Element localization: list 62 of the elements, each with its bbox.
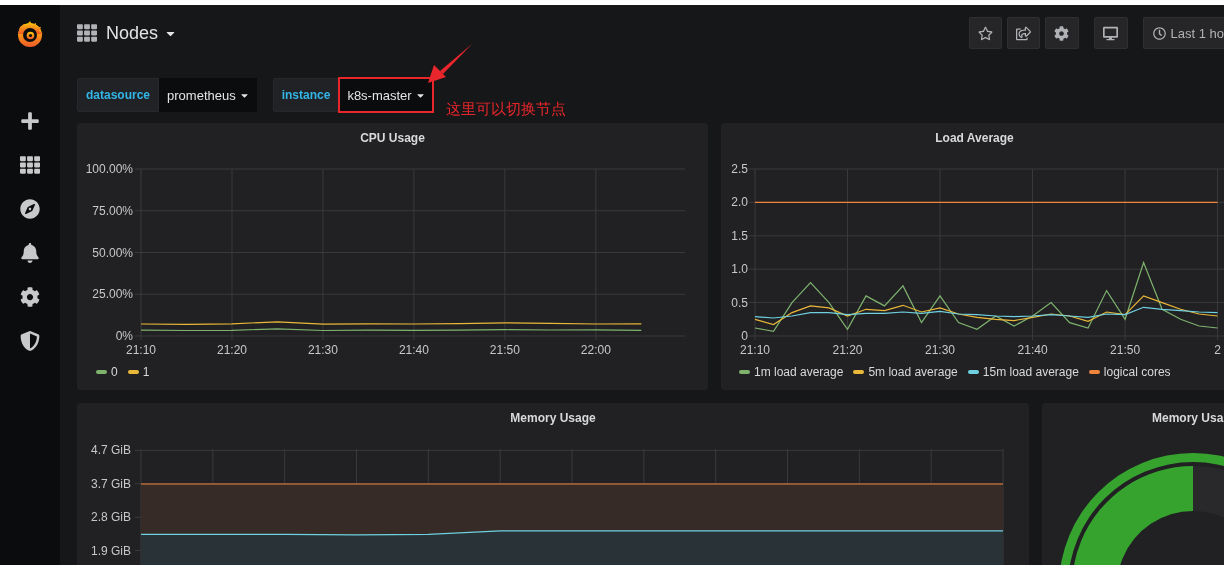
axis-label: 21:30 xyxy=(925,343,956,357)
grid-icon xyxy=(77,23,97,43)
axis-label: 21:30 xyxy=(307,343,338,357)
axis-label: 22:00 xyxy=(580,343,611,357)
monitor-icon xyxy=(1103,25,1118,41)
axis-label: 21:10 xyxy=(126,343,156,357)
axis-label: 2.8 GiB xyxy=(90,510,131,525)
legend-label[interactable]: 0 xyxy=(111,365,118,379)
share-icon xyxy=(1015,25,1031,41)
axis-label: 21:50 xyxy=(1110,343,1141,357)
axis-label: 50.00% xyxy=(92,245,133,260)
settings-button[interactable] xyxy=(1044,17,1079,49)
share-button[interactable] xyxy=(1006,17,1040,49)
axis-label: 21:20 xyxy=(216,343,247,357)
dashboard-title[interactable]: Nodes xyxy=(106,22,178,44)
axis-label: 21:40 xyxy=(1017,343,1048,357)
axis-label: 21:10 xyxy=(740,343,770,357)
grid-icon[interactable] xyxy=(20,155,40,175)
legend-label[interactable]: 15m load average xyxy=(982,365,1079,379)
axis-label: 21:40 xyxy=(398,343,429,357)
annotation-arrow xyxy=(426,43,474,85)
plus-icon[interactable] xyxy=(20,111,40,131)
panel-title: CPU Usage xyxy=(359,130,426,147)
shield-icon[interactable] xyxy=(20,331,40,351)
legend-label[interactable]: logical cores xyxy=(1103,365,1171,379)
axis-label: 0.5 xyxy=(731,295,748,310)
axis-label: 25.00% xyxy=(92,287,133,302)
variable-dropdown[interactable]: prometheus xyxy=(159,78,257,112)
axis-label: 2.5 xyxy=(731,162,748,176)
clock-icon xyxy=(1152,26,1166,40)
axis-label: 1.0 xyxy=(731,262,748,277)
logo-icon[interactable] xyxy=(15,19,45,49)
variable-label: datasource xyxy=(77,78,160,112)
time-range-button[interactable]: Last 1 ho xyxy=(1142,17,1224,49)
legend-label[interactable]: 5m load average xyxy=(868,365,958,379)
variable-dropdown[interactable]: k8s-master xyxy=(339,78,433,112)
panel-title: Load Average xyxy=(934,130,1015,147)
star-button[interactable] xyxy=(968,17,1002,49)
axis-label: 3.7 GiB xyxy=(90,476,131,491)
axis-label: 1.5 xyxy=(731,228,748,243)
settings-icon[interactable] xyxy=(20,287,40,307)
axis-label: 100.00% xyxy=(85,162,133,176)
axis-label: 1.9 GiB xyxy=(90,543,131,558)
axis-label: 4.7 GiB xyxy=(90,443,131,458)
axis-label: 75.00% xyxy=(92,203,133,218)
legend-label[interactable]: 1 xyxy=(142,365,150,379)
axis-label: 0 xyxy=(741,329,748,343)
compass-icon[interactable] xyxy=(20,199,40,219)
panel-title: Memory Usage xyxy=(509,410,597,427)
bell-icon[interactable] xyxy=(20,243,40,263)
annotation-text: 这里可以切换节点 xyxy=(445,100,566,119)
axis-label: 21:20 xyxy=(832,343,863,357)
panel-title: Memory Usa xyxy=(1151,410,1224,427)
axis-label: 2.0 xyxy=(731,195,748,210)
axis-label: 21:50 xyxy=(489,343,520,357)
star-icon xyxy=(977,25,993,41)
axis-label: 2 xyxy=(1214,343,1221,357)
variable-label: instance xyxy=(272,78,340,112)
monitor-button[interactable] xyxy=(1093,17,1128,49)
axis-label: 0% xyxy=(115,329,133,343)
legend-label[interactable]: 1m load average xyxy=(754,365,844,379)
settings-icon xyxy=(1054,25,1069,41)
